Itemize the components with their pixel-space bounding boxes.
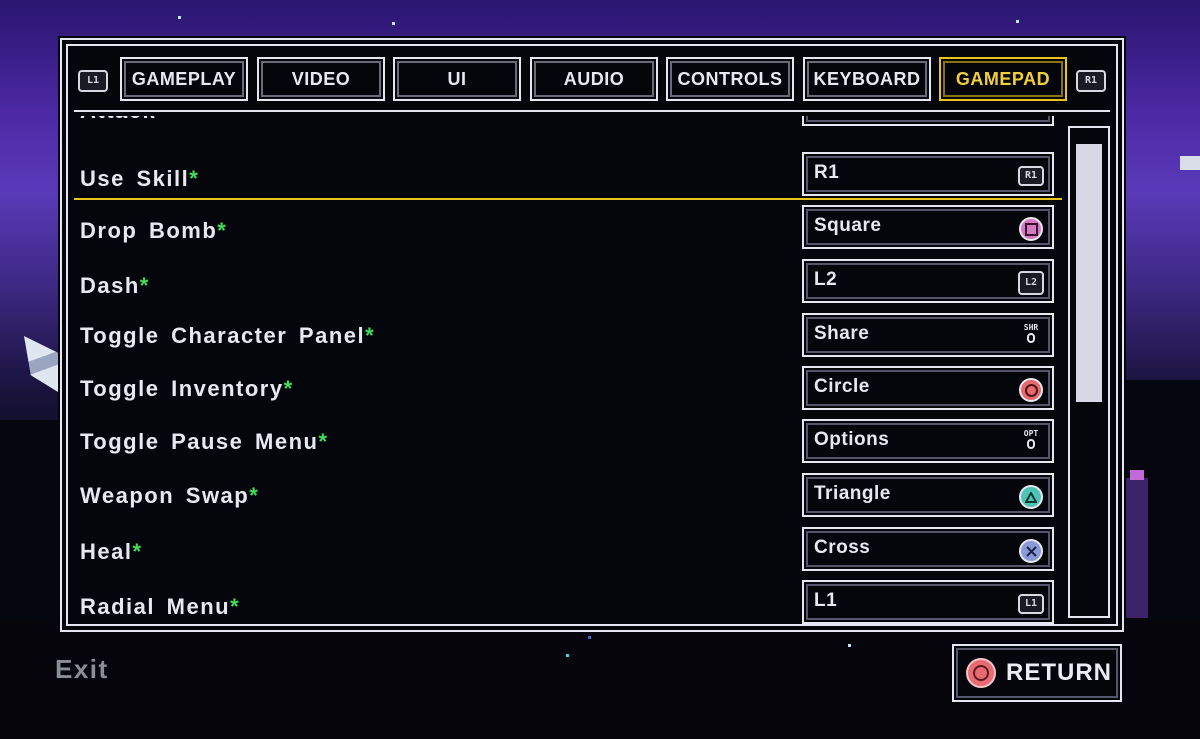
tab-gamepad[interactable]: GAMEPAD (937, 55, 1069, 103)
action-label: Drop Bomb* (80, 218, 228, 243)
binding-slot-weapon-swap[interactable]: Triangle (802, 473, 1054, 517)
binding-row-dash[interactable]: Dash* L2 L2 (72, 259, 1062, 311)
return-button[interactable]: RETURN (952, 644, 1122, 702)
cross-button-icon (1018, 539, 1044, 563)
star (178, 16, 181, 19)
r1-shoulder-icon[interactable]: R1 (1076, 70, 1106, 92)
binding-value: L2 (814, 269, 838, 290)
action-label: Toggle Character Panel* (80, 323, 376, 348)
binding-slot-toggle-pause-menu[interactable]: Options OPT (802, 419, 1054, 463)
binding-row-heal[interactable]: Heal* Cross (72, 527, 1062, 579)
star (1016, 20, 1019, 23)
share-button-icon: SHR (1018, 321, 1044, 345)
binding-value: Square (814, 215, 882, 236)
circle-button-icon (1018, 378, 1044, 402)
binding-value: Share (814, 323, 870, 344)
binding-slot-toggle-inventory[interactable]: Circle (802, 366, 1054, 410)
background-wing-sprite (24, 336, 58, 392)
selection-underline (74, 198, 1062, 200)
binding-value: Triangle (814, 483, 891, 504)
l2-badge-icon: L2 (1018, 271, 1044, 295)
binding-value: R1 (814, 162, 840, 183)
binding-row-weapon-swap[interactable]: Weapon Swap* Triangle (72, 473, 1062, 525)
game-scene: L1 GAMEPLAY VIDEO UI AUDIO CONTROLS KEYB… (0, 0, 1200, 739)
binding-row-radial-menu[interactable]: Radial Menu* L1 L1 (72, 580, 1062, 628)
tab-controls[interactable]: CONTROLS (664, 55, 796, 103)
binding-list-scrollbar[interactable] (1068, 126, 1110, 618)
background-snow (1180, 156, 1200, 170)
binding-list: Attack R2 R2 Use Skill* R1 R1 Drop Bomb*… (72, 116, 1062, 628)
tab-keyboard[interactable]: KEYBOARD (801, 55, 933, 103)
square-button-icon (1018, 217, 1044, 241)
binding-value: Cross (814, 537, 871, 558)
settings-tab-bar: L1 GAMEPLAY VIDEO UI AUDIO CONTROLS KEYB… (74, 55, 1110, 103)
l1-shoulder-icon[interactable]: L1 (78, 70, 108, 92)
action-label: Radial Menu* (80, 594, 241, 619)
action-label: Toggle Pause Menu* (80, 429, 329, 454)
star (392, 22, 395, 25)
exit-button[interactable]: Exit (55, 654, 109, 685)
binding-slot-toggle-character-panel[interactable]: Share SHR (802, 313, 1054, 357)
options-button-icon: OPT (1018, 427, 1044, 451)
scrollbar-thumb[interactable] (1076, 144, 1102, 402)
binding-slot-drop-bomb[interactable]: Square (802, 205, 1054, 249)
background-tower (1126, 478, 1148, 618)
star (588, 636, 591, 639)
tab-ui[interactable]: UI (391, 55, 523, 103)
tab-divider (74, 110, 1110, 112)
background-tower-top (1130, 470, 1144, 480)
triangle-button-icon (1018, 485, 1044, 509)
binding-slot-radial-menu[interactable]: L1 L1 (802, 580, 1054, 624)
star (566, 654, 569, 657)
binding-row-attack[interactable]: Attack R2 R2 (72, 116, 1062, 138)
action-label: Weapon Swap* (80, 483, 260, 508)
binding-row-toggle-inventory[interactable]: Toggle Inventory* Circle (72, 366, 1062, 418)
settings-panel: L1 GAMEPLAY VIDEO UI AUDIO CONTROLS KEYB… (58, 36, 1126, 634)
r1-badge-icon: R1 (1018, 164, 1044, 188)
binding-row-drop-bomb[interactable]: Drop Bomb* Square (72, 205, 1062, 257)
r2-badge-icon: R2 (1018, 116, 1044, 118)
binding-slot-attack[interactable]: R2 R2 (802, 116, 1054, 126)
tab-audio[interactable]: AUDIO (528, 55, 660, 103)
circle-button-icon (966, 658, 996, 688)
binding-value: Options (814, 429, 890, 450)
action-label: Dash* (80, 273, 150, 298)
return-label: RETURN (1006, 659, 1112, 686)
action-label: Heal* (80, 539, 143, 564)
binding-slot-dash[interactable]: L2 L2 (802, 259, 1054, 303)
action-label: Attack (80, 116, 156, 124)
l1-badge-icon: L1 (1018, 592, 1044, 616)
tab-video[interactable]: VIDEO (255, 55, 387, 103)
action-label: Use Skill* (80, 166, 200, 191)
binding-slot-use-skill[interactable]: R1 R1 (802, 152, 1054, 196)
binding-row-toggle-character-panel[interactable]: Toggle Character Panel* Share SHR (72, 313, 1062, 365)
binding-row-use-skill[interactable]: Use Skill* R1 R1 (72, 152, 1062, 204)
tab-gameplay[interactable]: GAMEPLAY (118, 55, 250, 103)
action-label: Toggle Inventory* (80, 376, 294, 401)
binding-row-toggle-pause-menu[interactable]: Toggle Pause Menu* Options OPT (72, 419, 1062, 471)
binding-value: Circle (814, 376, 870, 397)
star (848, 644, 851, 647)
binding-value: L1 (814, 590, 838, 611)
binding-slot-heal[interactable]: Cross (802, 527, 1054, 571)
